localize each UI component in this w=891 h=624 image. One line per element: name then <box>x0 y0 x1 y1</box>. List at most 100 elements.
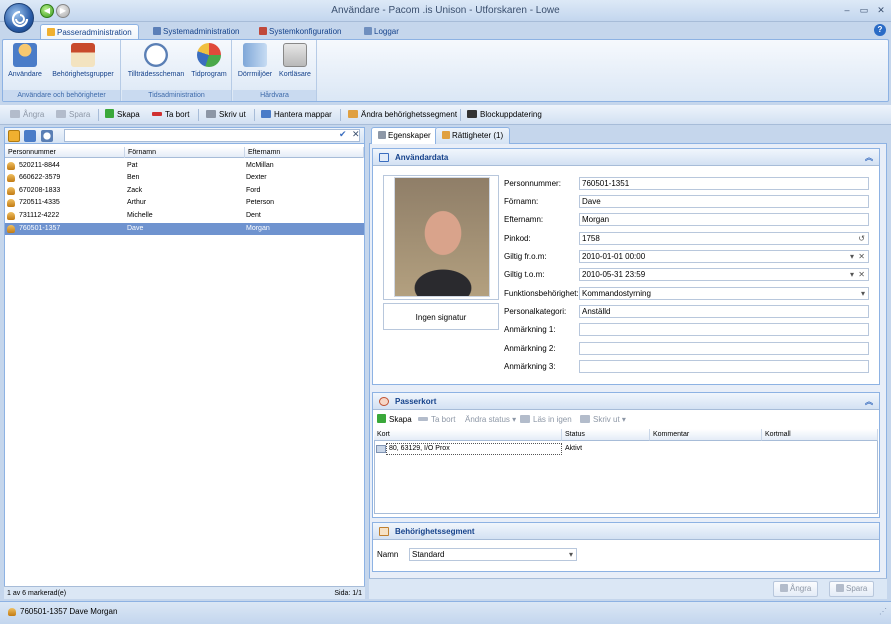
delete-button[interactable]: Ta bort <box>152 108 189 122</box>
field-label: Anmärkning 2: <box>504 344 556 353</box>
tab-rattigheter[interactable]: Rättigheter (1) <box>435 127 511 144</box>
door-icon <box>243 43 267 67</box>
table-row-selected[interactable]: 760501-1357 Dave Morgan <box>5 223 364 235</box>
remark-1-field[interactable] <box>579 323 869 336</box>
clear-icon[interactable]: ✕ <box>858 269 865 280</box>
column-personnummer[interactable]: Personnummer <box>5 147 125 158</box>
ribbon-group-time: Tillträdesscheman Tidprogram Tidsadminis… <box>122 40 232 101</box>
table-row[interactable]: 670208-1833 Zack Ford <box>5 185 364 197</box>
time-program-button[interactable]: Tidprogram <box>188 43 230 78</box>
field-label: Personalkategori: <box>504 307 567 316</box>
log-icon <box>364 27 372 35</box>
bottom-undo-button[interactable]: Ångra <box>773 581 819 597</box>
create-button[interactable]: Skapa <box>105 108 140 122</box>
tab-egenskaper[interactable]: Egenskaper <box>371 127 438 144</box>
block-update-icon <box>467 110 477 118</box>
resize-grip-icon[interactable]: ⋰ <box>879 602 887 622</box>
toolbar-divider <box>254 109 255 121</box>
chevron-down-icon[interactable]: ▾ <box>569 549 573 560</box>
tab-loggar[interactable]: Loggar <box>358 24 405 39</box>
valid-from-field[interactable]: 2010-01-01 00:00 ▾ ✕ <box>579 250 869 263</box>
access-groups-button[interactable]: Behörighetsgrupper <box>48 43 118 78</box>
folder-icon <box>261 110 271 118</box>
table-row[interactable]: 720511-4335 Arthur Peterson <box>5 197 364 209</box>
chevron-down-icon[interactable]: ▾ <box>861 288 865 299</box>
folder-view-icon[interactable] <box>24 130 36 142</box>
selection-count: 1 av 6 markerad(e) <box>7 590 67 597</box>
table-row[interactable]: 660622-3579 Ben Dexter <box>5 172 364 184</box>
status-bar: 760501-1357 Dave Morgan ⋰ <box>0 601 891 624</box>
manage-folders-button[interactable]: Hantera mappar <box>261 108 332 122</box>
remark-2-field[interactable] <box>579 342 869 355</box>
field-label: Personnummer: <box>504 179 561 188</box>
bottom-save-button[interactable]: Spara <box>829 581 875 597</box>
check-icon[interactable]: ✔ <box>339 129 347 140</box>
search-input[interactable] <box>64 129 360 142</box>
block-update-button[interactable]: Blockuppdatering <box>467 108 542 122</box>
collapse-icon[interactable]: ︽ <box>865 149 873 166</box>
column-kort[interactable]: Kort <box>374 429 562 441</box>
change-segments-button[interactable]: Ändra behörighetssegment <box>348 108 457 122</box>
card-create-button[interactable]: Skapa <box>377 413 412 427</box>
tab-systemkonfiguration[interactable]: Systemkonfiguration <box>253 24 347 39</box>
userdata-header[interactable]: Användardata ︽ <box>373 149 879 166</box>
column-kommentar[interactable]: Kommentar <box>650 429 762 441</box>
lastname-field[interactable]: Morgan <box>579 213 869 226</box>
segment-select[interactable]: Standard ▾ <box>409 548 577 561</box>
search-icon[interactable] <box>41 130 53 142</box>
user-icon <box>7 199 15 207</box>
signature-box[interactable]: Ingen signatur <box>383 303 499 330</box>
undo-button[interactable]: Ångra <box>10 108 44 122</box>
passerkort-header[interactable]: Passerkort ︽ <box>373 393 879 410</box>
column-efternamn[interactable]: Efternamn <box>245 147 364 158</box>
column-kortmall[interactable]: Kortmall <box>762 429 878 441</box>
card-change-status-button[interactable]: Ändra status ▾ <box>465 413 516 427</box>
user-filter-icon[interactable] <box>8 130 20 142</box>
personnel-category-field[interactable]: Anställd <box>579 305 869 318</box>
maximize-icon[interactable]: ▭ <box>857 4 871 16</box>
tab-systemadministration[interactable]: Systemadministration <box>147 24 245 39</box>
tab-passeradministration[interactable]: Passeradministration <box>40 24 139 39</box>
undo-icon <box>780 584 788 592</box>
access-schedules-button[interactable]: Tillträdesscheman <box>124 43 188 78</box>
table-row[interactable]: 80, 63129, I/O Prox Aktivt <box>374 443 878 455</box>
column-fornamn[interactable]: Förnamn <box>125 147 245 158</box>
valid-to-field[interactable]: 2010-05-31 23:59 ▾ ✕ <box>579 268 869 281</box>
card-reload-button[interactable]: Läs in igen <box>520 413 572 427</box>
tools-icon <box>378 131 386 139</box>
minimize-icon[interactable]: – <box>840 4 854 16</box>
user-photo[interactable] <box>394 177 490 297</box>
firstname-field[interactable]: Dave <box>579 195 869 208</box>
refresh-icon[interactable]: ↺ <box>858 233 865 244</box>
save-button[interactable]: Spara <box>56 108 90 122</box>
pincode-field[interactable]: 1758 ↺ <box>579 232 869 245</box>
card-icon <box>376 445 386 453</box>
table-row[interactable]: 731112-4222 Michelle Dent <box>5 210 364 222</box>
help-icon[interactable]: ? <box>874 24 886 36</box>
chevron-down-icon[interactable]: ▾ <box>850 251 854 262</box>
print-button[interactable]: Skriv ut <box>206 108 246 122</box>
app-logo-icon <box>11 10 29 28</box>
form-icon <box>379 153 389 162</box>
card-readers-button[interactable]: Kortläsare <box>275 43 315 78</box>
door-environments-button[interactable]: Dörrmiljöer <box>235 43 275 78</box>
segment-icon <box>348 110 358 118</box>
app-menu-button[interactable] <box>4 3 34 33</box>
close-icon[interactable]: ✕ <box>874 4 888 16</box>
card-delete-button[interactable]: Ta bort <box>418 413 455 427</box>
system-icon <box>153 27 161 35</box>
users-button[interactable]: Användare <box>5 43 45 78</box>
table-row[interactable]: 520211-8844 Pat McMillan <box>5 160 364 172</box>
chevron-down-icon[interactable]: ▾ <box>850 269 854 280</box>
clear-icon[interactable]: ✕ <box>352 129 360 140</box>
collapse-icon[interactable]: ︽ <box>865 393 873 410</box>
user-icon <box>7 225 15 233</box>
remark-3-field[interactable] <box>579 360 869 373</box>
toolbar-divider <box>460 109 461 121</box>
function-permission-select[interactable]: Kommandostyrning ▾ <box>579 287 869 300</box>
clear-icon[interactable]: ✕ <box>858 251 865 262</box>
column-status[interactable]: Status <box>562 429 650 441</box>
card-print-button[interactable]: Skriv ut ▾ <box>580 413 626 427</box>
personnummer-field[interactable]: 760501-1351 <box>579 177 869 190</box>
house-icon <box>71 43 95 67</box>
